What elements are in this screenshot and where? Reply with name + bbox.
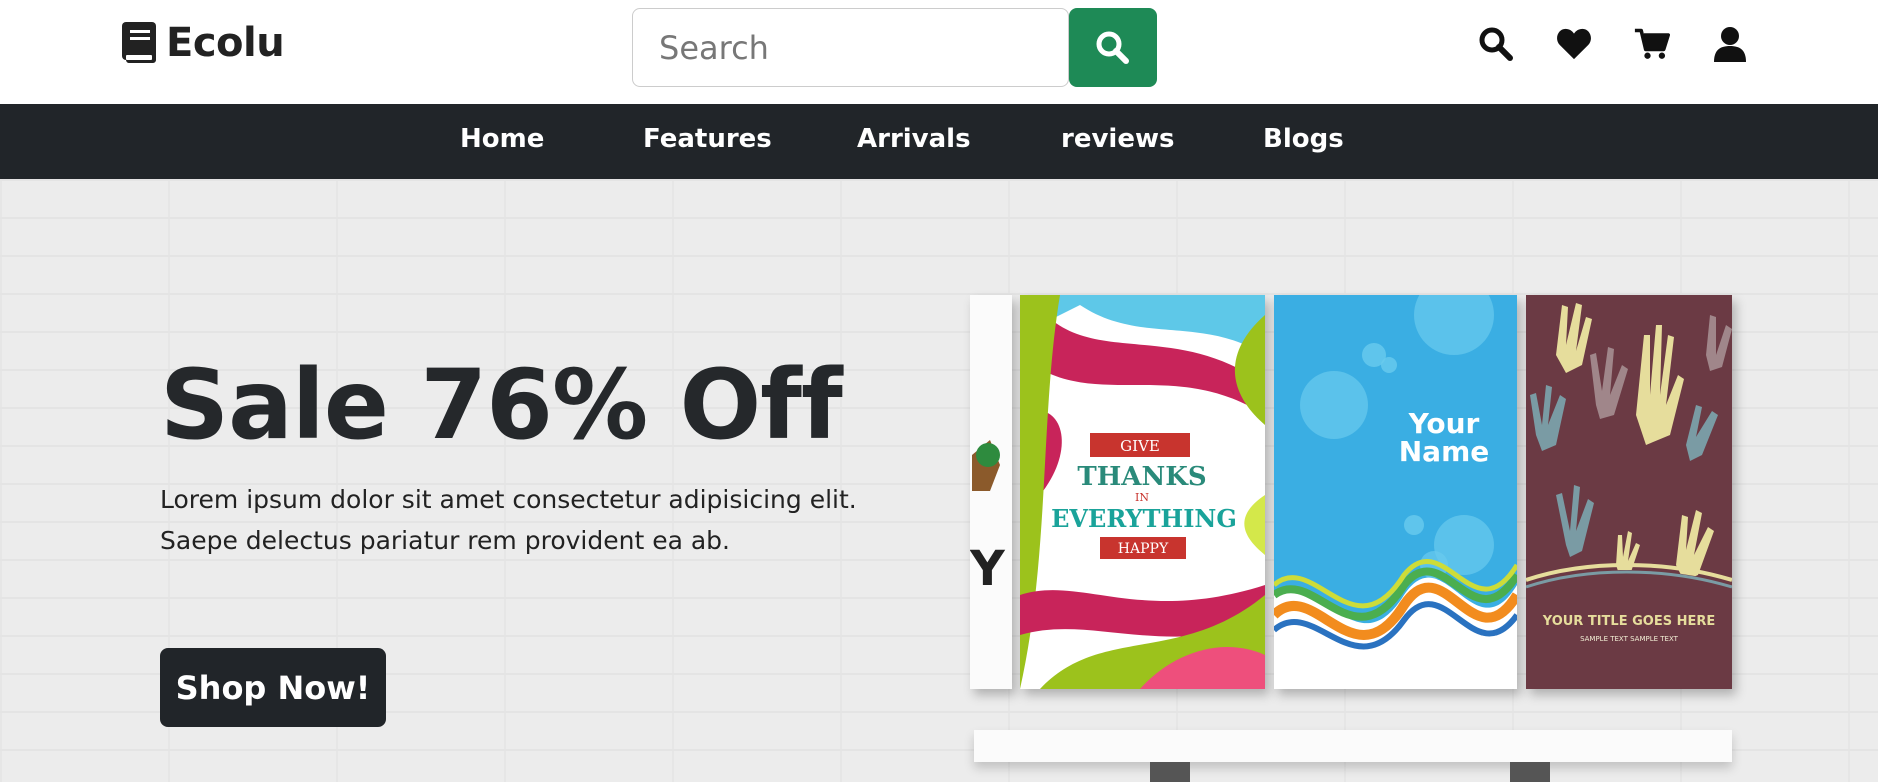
heart-icon [1557, 28, 1591, 60]
logo-text: Ecolu [166, 20, 285, 66]
book-partial: Y [970, 295, 1012, 689]
book-give-thanks-cover: GIVE THANKS IN EVERYTHING HAPPY [1020, 295, 1265, 689]
book-give-thanks[interactable]: GIVE THANKS IN EVERYTHING HAPPY [1020, 295, 1265, 689]
cart-button[interactable] [1634, 24, 1670, 64]
book-partial-art: Y [970, 295, 1012, 689]
book-your-name-cover: Your Name [1274, 295, 1517, 689]
book-display: Y GIVE THANKS IN EVERYTHING HAPPY Your N… [970, 295, 1734, 715]
search-icon [1479, 27, 1513, 61]
book1-in: IN [1135, 491, 1149, 504]
book-your-name[interactable]: Your Name [1274, 295, 1517, 689]
shop-now-button[interactable]: Shop Now! [160, 648, 386, 727]
search-input[interactable] [632, 8, 1069, 87]
search-icon [1096, 31, 1129, 64]
nav-item-reviews[interactable]: reviews [1061, 124, 1174, 154]
book1-give: GIVE [1120, 437, 1160, 455]
shelf [974, 730, 1732, 762]
nav-item-blogs[interactable]: Blogs [1263, 124, 1344, 154]
search-form [632, 8, 1157, 87]
nav-item-features[interactable]: Features [643, 124, 772, 154]
book-hands-cover: YOUR TITLE GOES HERE SAMPLE TEXT SAMPLE … [1526, 295, 1732, 689]
header-icons [1478, 24, 1748, 64]
book-partial-letter: Y [970, 541, 1006, 597]
wishlist-button[interactable] [1556, 24, 1592, 64]
book1-everything: EVERYTHING [1051, 504, 1237, 533]
site-header: Ecolu [0, 0, 1878, 104]
book1-happy: HAPPY [1118, 541, 1169, 557]
book-icon [122, 22, 156, 63]
hero-title: Sale 76% Off [160, 349, 843, 461]
shelf-bracket-left [1150, 762, 1190, 782]
book1-thanks: THANKS [1077, 462, 1206, 492]
account-button[interactable] [1712, 24, 1748, 64]
hero-description: Lorem ipsum dolor sit amet consectetur a… [160, 485, 857, 555]
book3-title: YOUR TITLE GOES HERE [1542, 614, 1716, 629]
nav-item-arrivals[interactable]: Arrivals [857, 124, 971, 154]
cart-icon [1634, 28, 1670, 59]
book2-name-line2: Name [1399, 435, 1490, 468]
hero-section: Sale 76% Off Lorem ipsum dolor sit amet … [0, 179, 1878, 782]
shelf-bracket-right [1510, 762, 1550, 782]
book-hands[interactable]: YOUR TITLE GOES HERE SAMPLE TEXT SAMPLE … [1526, 295, 1732, 689]
search-button[interactable] [1069, 8, 1157, 87]
book3-subtitle: SAMPLE TEXT SAMPLE TEXT [1580, 635, 1679, 643]
search-toggle-button[interactable] [1478, 24, 1514, 64]
logo[interactable]: Ecolu [120, 20, 285, 66]
nav-item-home[interactable]: Home [460, 124, 544, 154]
user-icon [1714, 27, 1746, 62]
main-nav: Home Features Arrivals reviews Blogs [0, 104, 1878, 179]
